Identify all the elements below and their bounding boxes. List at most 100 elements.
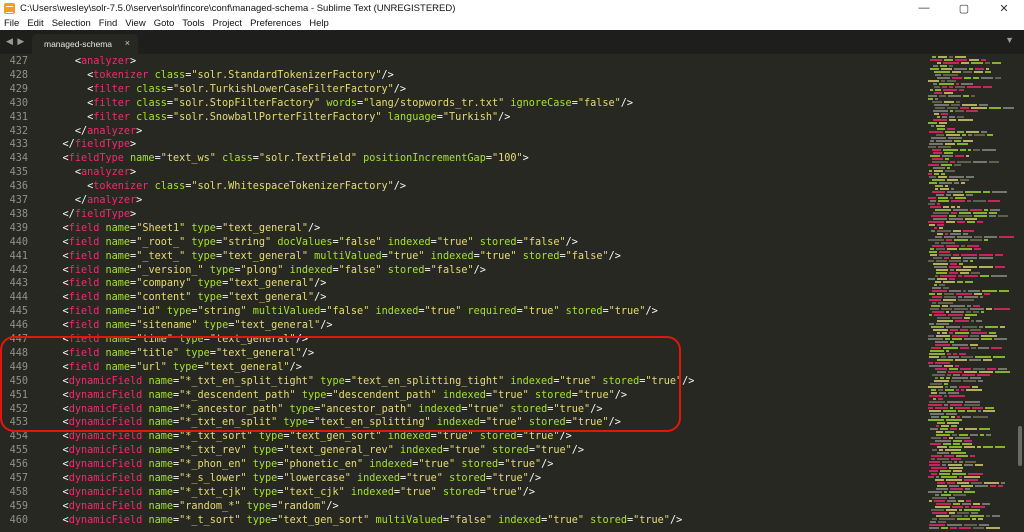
minimap-stroke (930, 413, 944, 415)
xml-tag-name: fieldType (68, 153, 124, 165)
minimize-button[interactable]: — (904, 0, 944, 16)
code-line[interactable]: 460 <dynamicField name="*_t_sort" type="… (0, 514, 924, 528)
code-line[interactable]: 455 <dynamicField name="*_txt_rev" type=… (0, 444, 924, 458)
code-line[interactable]: 456 <dynamicField name="*_phon_en" type=… (0, 458, 924, 472)
minimap-stroke (933, 110, 948, 112)
xml-string: "true" (485, 417, 523, 429)
minimap-stroke (991, 347, 1002, 349)
minimap-stroke (935, 98, 938, 100)
minimap-stroke (971, 62, 983, 64)
menu-tools[interactable]: Tools (182, 18, 204, 29)
minimap-stroke (953, 353, 957, 355)
code-line[interactable]: 428 <tokenizer class="solr.StandardToken… (0, 69, 924, 83)
code-line[interactable]: 434 <fieldType name="text_ws" class="sol… (0, 152, 924, 166)
minimap-stroke (970, 260, 973, 262)
code-line[interactable]: 457 <dynamicField name="*_s_lower" type=… (0, 472, 924, 486)
minimap-stroke (936, 248, 945, 250)
xml-string: "time" (136, 334, 173, 345)
xml-attribute: indexed (375, 306, 419, 318)
xml-attribute: name (148, 431, 173, 443)
code-line[interactable]: 458 <dynamicField name="*_txt_cjk" type=… (0, 486, 924, 500)
code-line[interactable]: 450 <dynamicField name="*_txt_en_split_t… (0, 375, 924, 389)
menu-goto[interactable]: Goto (154, 18, 175, 29)
minimap-stroke (936, 425, 939, 427)
minimap-stroke (973, 200, 986, 202)
menu-selection[interactable]: Selection (52, 18, 91, 29)
minimap-stroke (971, 506, 985, 508)
menu-project[interactable]: Project (212, 18, 242, 29)
close-window-button[interactable]: ✕ (984, 0, 1024, 16)
scrollbar-thumb[interactable] (1018, 426, 1022, 466)
code-line[interactable]: 432 </analyzer> (0, 125, 924, 139)
minimap-stroke (999, 290, 1009, 292)
code-line[interactable]: 440 <field name="_root_" type="string" d… (0, 236, 924, 250)
xml-string: "_root_" (136, 236, 186, 248)
minimap-stroke (929, 224, 935, 226)
menu-find[interactable]: Find (99, 18, 117, 29)
xml-attribute: multiValued (375, 514, 443, 526)
minimap-stroke (935, 281, 941, 283)
line-number: 445 (9, 306, 28, 318)
xml-punctuation: /> (295, 334, 308, 345)
code-line[interactable]: 453 <dynamicField name="*_txt_en_split" … (0, 416, 924, 430)
tab-close-icon[interactable]: × (125, 38, 130, 48)
tab-dropdown-icon[interactable]: ▼ (1005, 35, 1014, 45)
minimap-stroke (964, 509, 980, 511)
menu-edit[interactable]: Edit (27, 18, 43, 29)
xml-string: "true" (571, 417, 609, 429)
xml-attribute: type (320, 375, 345, 387)
code-line[interactable]: 437 </analyzer> (0, 194, 924, 208)
code-line[interactable]: 441 <field name="_text_" type="text_gene… (0, 250, 924, 264)
code-line[interactable]: 436 <tokenizer class="solr.WhitespaceTok… (0, 180, 924, 194)
tab-nav-arrows-icon[interactable]: ◀ ▶ (6, 36, 25, 47)
menu-preferences[interactable]: Preferences (250, 18, 301, 29)
code-line[interactable]: 433 </fieldType> (0, 138, 924, 152)
code-line[interactable]: 452 <dynamicField name="*_ancestor_path"… (0, 403, 924, 417)
code-line[interactable]: 427 <analyzer> (0, 55, 924, 69)
tab-managed-schema[interactable]: managed-schema × (32, 34, 138, 54)
code-line[interactable]: 451 <dynamicField name="*_descendent_pat… (0, 389, 924, 403)
minimap-stroke (954, 68, 967, 70)
minimap[interactable] (926, 54, 1016, 532)
minimap-stroke (931, 347, 941, 349)
minimap-stroke (928, 197, 936, 199)
code-line[interactable]: 448 <field name="title" type="text_gener… (0, 347, 924, 361)
maximize-button[interactable]: ▢ (944, 0, 984, 16)
minimap-stroke (931, 305, 940, 307)
menu-view[interactable]: View (125, 18, 145, 29)
code-line[interactable]: 445 <field name="id" type="string" multi… (0, 305, 924, 319)
menu-file[interactable]: File (4, 18, 19, 29)
menu-help[interactable]: Help (309, 18, 329, 29)
code-editor[interactable]: 427 <analyzer> 428 <tokenizer class="solr… (0, 54, 924, 532)
xml-string: "_text_" (136, 250, 186, 262)
xml-tag-name: tokenizer (93, 181, 149, 193)
code-line[interactable]: 429 <filter class="solr.TurkishLowerCase… (0, 83, 924, 97)
xml-string: "false" (577, 97, 621, 109)
code-line[interactable]: 459 <dynamicField name="random_*" type="… (0, 500, 924, 514)
minimap-stroke (928, 491, 942, 493)
code-line[interactable]: 447 <field name="time" type="text_genera… (0, 333, 924, 347)
xml-tag-name: dynamicField (68, 375, 143, 387)
code-line[interactable]: 431 <filter class="solr.SnowballPorterFi… (0, 111, 924, 125)
minimap-stroke (932, 191, 945, 193)
minimap-stroke (995, 371, 1010, 373)
code-line[interactable]: 439 <field name="Sheet1" type="text_gene… (0, 222, 924, 236)
xml-string: "true" (399, 486, 437, 498)
minimap-stroke (949, 56, 953, 58)
code-line[interactable]: 443 <field name="company" type="text_gen… (0, 277, 924, 291)
code-line[interactable]: 454 <dynamicField name="*_txt_sort" type… (0, 430, 924, 444)
code-line[interactable]: 442 <field name="_version_" type="plong"… (0, 264, 924, 278)
vertical-scrollbar[interactable] (1016, 54, 1024, 532)
minimap-stroke (952, 338, 962, 340)
xml-attribute: type (283, 417, 308, 429)
code-line[interactable]: 430 <filter class="solr.StopFilterFactor… (0, 97, 924, 111)
minimap-stroke (929, 527, 939, 529)
xml-string: "descendent_path" (332, 389, 437, 401)
code-line[interactable]: 444 <field name="content" type="text_gen… (0, 291, 924, 305)
minimap-stroke (931, 437, 941, 439)
code-line[interactable]: 435 <analyzer> (0, 166, 924, 180)
code-line[interactable]: 446 <field name="sitename" type="text_ge… (0, 319, 924, 333)
code-line[interactable]: 438 </fieldType> (0, 208, 924, 222)
code-line[interactable]: 449 <field name="url" type="text_general… (0, 361, 924, 375)
xml-string: "text_general" (209, 334, 296, 345)
